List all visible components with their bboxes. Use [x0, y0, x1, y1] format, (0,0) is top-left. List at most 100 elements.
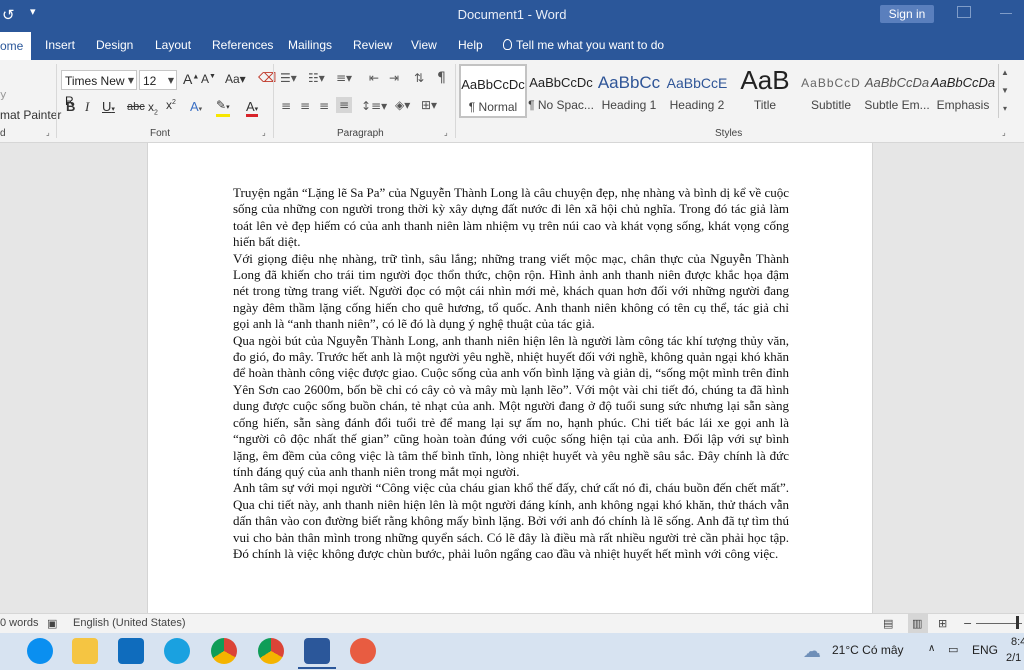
proofing-icon[interactable]: ▣: [47, 617, 57, 630]
change-case-icon[interactable]: Aa▾: [225, 72, 246, 86]
shrink-font-icon[interactable]: A▼: [201, 72, 216, 86]
clock-time[interactable]: 8:4: [1011, 636, 1024, 648]
tab-home[interactable]: ome: [0, 32, 32, 60]
zoom-slider-handle[interactable]: [1016, 616, 1019, 629]
ribbon: y mat Painter d ⌟ Times New R ▼ 12 ▼ A▲ A▼…: [0, 60, 1024, 143]
style-normal[interactable]: AaBbCcDc ¶ Normal: [459, 64, 527, 118]
font-size-value: 12: [143, 74, 157, 88]
strikethrough-icon[interactable]: abc: [127, 101, 145, 113]
borders-icon[interactable]: ⊞▾: [421, 98, 437, 112]
decrease-indent-icon[interactable]: ⇤: [369, 71, 379, 85]
chrome-browser-icon[interactable]: [211, 638, 237, 664]
battery-icon[interactable]: ▭: [948, 643, 958, 656]
style-heading-1[interactable]: AaBbCc Heading 1: [595, 64, 663, 118]
style-subtle-emphasis[interactable]: AaBbCcDa Subtle Em...: [863, 64, 931, 118]
tab-references[interactable]: References: [212, 30, 273, 60]
minimize-icon[interactable]: [1000, 13, 1012, 14]
word-app-icon[interactable]: [298, 638, 336, 669]
highlight-icon[interactable]: ✎▾: [216, 98, 230, 112]
font-color-icon[interactable]: A▾: [246, 99, 258, 114]
numbering-icon[interactable]: ☷▾: [308, 71, 325, 85]
paragraph-launcher-icon[interactable]: ⌟: [444, 128, 448, 137]
sort-icon[interactable]: ⇅: [414, 71, 424, 85]
style-name: ¶ No Spac...: [528, 98, 594, 112]
status-bar: 0 words ▣ English (United States) ▤ ▥ ⊞ …: [0, 613, 1024, 634]
grow-font-icon[interactable]: A▲: [183, 71, 199, 87]
paint-app-icon[interactable]: [350, 638, 376, 664]
styles-gallery-scroll[interactable]: ▲ ▼ ▾: [998, 64, 1011, 118]
show-hidden-icons-icon[interactable]: ∧: [928, 643, 935, 654]
underline-icon[interactable]: U▾: [102, 99, 115, 114]
font-size-select[interactable]: 12 ▼: [139, 70, 177, 90]
ribbon-tabs: ome Insert Design Layout References Mail…: [0, 30, 1024, 60]
style-sample: AaBbCcDc: [529, 75, 593, 90]
style-name: ¶ Normal: [468, 100, 518, 114]
input-language[interactable]: ENG: [972, 643, 998, 657]
font-launcher-icon[interactable]: ⌟: [262, 128, 266, 137]
chevron-down-icon: ▼: [127, 76, 134, 85]
style-heading-2[interactable]: AaBbCcE Heading 2: [663, 64, 731, 118]
bullets-icon[interactable]: ☰▾: [280, 71, 297, 85]
clipboard-launcher-icon[interactable]: ⌟: [46, 128, 50, 137]
justify-icon[interactable]: ≡: [336, 97, 353, 113]
subscript-icon[interactable]: x2: [148, 100, 158, 116]
multilevel-list-icon[interactable]: ≡▾: [336, 71, 352, 85]
group-separator: [273, 64, 274, 138]
paragraph: Anh tâm sự với mọi người “Công việc của …: [233, 480, 789, 561]
clock-date[interactable]: 2/1: [1006, 652, 1021, 664]
word-count[interactable]: 0 words: [0, 617, 39, 629]
show-formatting-marks-icon[interactable]: ¶: [437, 70, 446, 86]
tab-mailings[interactable]: Mailings: [288, 30, 332, 60]
sign-in-button[interactable]: Sign in: [880, 5, 934, 23]
align-right-icon[interactable]: ≡: [319, 99, 329, 113]
highlight-color-swatch: [216, 114, 230, 117]
tab-review[interactable]: Review: [353, 30, 392, 60]
style-emphasis[interactable]: AaBbCcDa Emphasis: [929, 64, 997, 118]
tell-me-box[interactable]: Tell me what you want to do: [503, 30, 664, 60]
line-spacing-icon[interactable]: ↕≡▾: [361, 99, 387, 113]
style-subtitle[interactable]: AaBbCcD Subtitle: [797, 64, 865, 118]
align-center-icon[interactable]: ≡: [300, 99, 310, 113]
superscript-icon[interactable]: x2: [166, 98, 176, 112]
chevron-up-icon[interactable]: ▲: [999, 64, 1011, 82]
tab-view[interactable]: View: [411, 30, 437, 60]
text-effects-icon[interactable]: A▾: [190, 99, 202, 114]
document-page[interactable]: Truyện ngắn “Lặng lẽ Sa Pa” của Nguyễn T…: [147, 143, 873, 613]
style-no-spacing[interactable]: AaBbCcDc ¶ No Spac...: [527, 64, 595, 118]
language-status[interactable]: English (United States): [73, 617, 186, 629]
styles-launcher-icon[interactable]: ⌟: [1002, 128, 1006, 137]
increase-indent-icon[interactable]: ⇥: [389, 71, 399, 85]
ribbon-display-options-icon[interactable]: [957, 6, 971, 18]
document-body[interactable]: Truyện ngắn “Lặng lẽ Sa Pa” của Nguyễn T…: [233, 185, 789, 562]
tab-design[interactable]: Design: [96, 30, 133, 60]
font-color-swatch: [246, 114, 258, 117]
style-sample: AaBbCcD: [801, 76, 861, 90]
paragraph: Qua ngòi bút của Nguyễn Thành Long, anh …: [233, 332, 789, 479]
store-app-icon[interactable]: [118, 638, 144, 664]
gallery-more-icon[interactable]: ▾: [999, 100, 1011, 118]
style-sample: AaBbCcDa: [864, 75, 930, 90]
zalo-app-icon[interactable]: [27, 638, 53, 664]
edge-browser-icon[interactable]: [164, 638, 190, 664]
tab-layout[interactable]: Layout: [155, 30, 191, 60]
chrome-profile-icon[interactable]: [258, 638, 284, 664]
shading-icon[interactable]: ◈▾: [395, 98, 410, 112]
zoom-out-icon[interactable]: −: [963, 617, 972, 630]
paragraph-group-label: Paragraph: [337, 128, 384, 139]
read-mode-icon[interactable]: ▤: [883, 617, 893, 630]
file-explorer-icon[interactable]: [72, 638, 98, 664]
copy-icon[interactable]: y: [0, 88, 7, 101]
style-title[interactable]: AaB Title: [731, 64, 799, 118]
bold-icon[interactable]: B: [66, 99, 75, 114]
group-separator: [56, 64, 57, 138]
font-family-select[interactable]: Times New R ▼: [61, 70, 137, 108]
paragraph: Truyện ngắn “Lặng lẽ Sa Pa” của Nguyễn T…: [233, 185, 789, 250]
italic-icon[interactable]: I: [85, 99, 89, 115]
align-left-icon[interactable]: ≡: [281, 99, 291, 113]
format-painter-button[interactable]: mat Painter: [0, 108, 61, 122]
tab-insert[interactable]: Insert: [45, 30, 75, 60]
web-layout-icon[interactable]: ⊞: [938, 617, 947, 630]
weather-text[interactable]: 21°C Có mây: [832, 643, 904, 657]
tab-help[interactable]: Help: [458, 30, 483, 60]
chevron-down-icon[interactable]: ▼: [999, 82, 1011, 100]
